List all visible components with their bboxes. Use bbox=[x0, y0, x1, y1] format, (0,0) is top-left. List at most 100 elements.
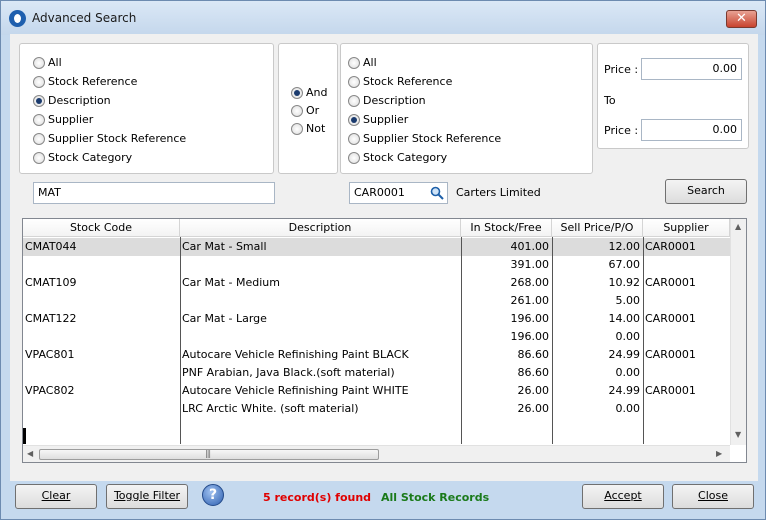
radio-label: Description bbox=[48, 94, 111, 107]
radio-label: Stock Category bbox=[363, 151, 448, 164]
radio-circle-icon[interactable] bbox=[33, 152, 45, 164]
accept-button[interactable]: Accept bbox=[582, 484, 664, 509]
window-title: Advanced Search bbox=[32, 11, 137, 25]
cell-price: 10.92 bbox=[608, 276, 641, 289]
advanced-search-window: Advanced Search ✕ All Stock Reference Desc… bbox=[0, 0, 766, 520]
cell-stock: 391.00 bbox=[510, 258, 550, 271]
column-header-stock-code[interactable]: Stock Code bbox=[23, 219, 180, 237]
clear-button[interactable]: Clear bbox=[15, 484, 97, 509]
column-header-supplier[interactable]: Supplier bbox=[643, 219, 730, 237]
table-row[interactable]: 261.00 5.00 bbox=[23, 292, 730, 310]
price-to-label: To bbox=[604, 94, 616, 107]
table-row[interactable]: CMAT122 Car Mat - Large 196.00 14.00 CAR0001 bbox=[23, 310, 730, 328]
scroll-up-arrow-icon[interactable]: ▲ bbox=[735, 222, 741, 231]
radio-circle-icon[interactable] bbox=[291, 87, 303, 99]
price-from-input[interactable]: 0.00 bbox=[641, 58, 742, 80]
close-button[interactable]: Close bbox=[672, 484, 754, 509]
cell-stock: 26.00 bbox=[517, 384, 550, 397]
cell-supplier: CAR0001 bbox=[645, 348, 696, 361]
search-button[interactable]: Search bbox=[665, 179, 747, 204]
radio-circle-icon[interactable] bbox=[291, 123, 303, 135]
left-criteria-panel: All Stock Reference Description Supplier Sup… bbox=[19, 43, 274, 174]
table-row[interactable]: VPAC801 Autocare Vehicle Refinishing Pain… bbox=[23, 346, 730, 364]
radio-circle-icon[interactable] bbox=[348, 57, 360, 69]
cell-price: 0.00 bbox=[615, 330, 641, 343]
column-header-in-stock-free[interactable]: In Stock/Free bbox=[461, 219, 552, 237]
cell-code: CMAT109 bbox=[25, 276, 77, 289]
vertical-scrollbar[interactable]: ▲ ▼ bbox=[730, 219, 746, 445]
cell-supplier bbox=[645, 292, 730, 310]
table-row[interactable]: CMAT044 Car Mat - Small 401.00 12.00 CAR0001 bbox=[23, 238, 730, 256]
table-row[interactable]: CMAT109 Car Mat - Medium 268.00 10.92 CAR000… bbox=[23, 274, 730, 292]
cell-code: VPAC802 bbox=[25, 384, 75, 397]
cell-stock: 26.00 bbox=[517, 402, 550, 415]
table-row[interactable]: LRC Arctic White. (soft material) 26.00 0.… bbox=[23, 400, 730, 418]
scroll-down-arrow-icon[interactable]: ▼ bbox=[735, 430, 741, 439]
clear-button-label: Clear bbox=[41, 489, 71, 502]
radio-circle-icon[interactable] bbox=[348, 114, 360, 126]
radio-circle-icon[interactable] bbox=[33, 133, 45, 145]
window-close-button[interactable]: ✕ bbox=[726, 10, 757, 28]
cell-supplier: CAR0001 bbox=[645, 276, 696, 289]
column-divider bbox=[552, 237, 553, 444]
supplier-code-value: CAR0001 bbox=[354, 186, 405, 199]
radio-label: Stock Reference bbox=[48, 75, 138, 88]
radio-circle-icon[interactable] bbox=[348, 95, 360, 107]
price-to-input[interactable]: 0.00 bbox=[641, 119, 742, 141]
radio-label: Description bbox=[363, 94, 426, 107]
title-bar: Advanced Search ✕ bbox=[1, 1, 765, 35]
help-icon[interactable]: ? bbox=[202, 484, 224, 506]
cell-stock: 196.00 bbox=[510, 312, 550, 325]
cell-supplier bbox=[645, 328, 730, 346]
radio-circle-icon[interactable] bbox=[33, 76, 45, 88]
radio-label: All bbox=[363, 56, 377, 69]
app-logo-icon bbox=[9, 10, 26, 27]
column-header-description[interactable]: Description bbox=[180, 219, 461, 237]
cell-desc: PNF Arabian, Java Black.(soft material) bbox=[182, 366, 395, 379]
cell-desc: Autocare Vehicle Refinishing Paint WHITE bbox=[182, 384, 409, 397]
radio-label: Supplier bbox=[363, 113, 409, 126]
cell-code bbox=[25, 328, 180, 346]
cell-price: 0.00 bbox=[615, 402, 641, 415]
cell-desc: Car Mat - Small bbox=[182, 240, 267, 253]
cell-desc bbox=[182, 292, 461, 310]
radio-circle-icon[interactable] bbox=[33, 95, 45, 107]
scroll-right-arrow-icon[interactable]: ▶ bbox=[716, 449, 722, 458]
scroll-left-arrow-icon[interactable]: ◀ bbox=[27, 449, 33, 458]
grip-icon: ||| bbox=[205, 449, 211, 458]
cell-stock: 86.60 bbox=[517, 366, 550, 379]
cell-price: 14.00 bbox=[608, 312, 641, 325]
radio-circle-icon[interactable] bbox=[348, 76, 360, 88]
cell-stock: 261.00 bbox=[510, 294, 550, 307]
cell-desc: LRC Arctic White. (soft material) bbox=[182, 402, 359, 415]
radio-circle-icon[interactable] bbox=[33, 114, 45, 126]
cell-desc bbox=[182, 256, 461, 274]
cell-price: 24.99 bbox=[608, 384, 641, 397]
left-search-input[interactable]: MAT bbox=[33, 182, 275, 204]
results-grid[interactable]: Stock Code Description In Stock/Free Sell P… bbox=[22, 218, 747, 463]
horizontal-scroll-thumb[interactable]: ||| bbox=[39, 449, 379, 460]
cell-code bbox=[25, 292, 180, 310]
radio-circle-icon[interactable] bbox=[348, 152, 360, 164]
table-row[interactable]: PNF Arabian, Java Black.(soft material) 8… bbox=[23, 364, 730, 382]
column-divider bbox=[180, 237, 181, 444]
table-row[interactable]: 196.00 0.00 bbox=[23, 328, 730, 346]
magnifier-icon[interactable] bbox=[430, 186, 444, 200]
toggle-filter-button[interactable]: Toggle Filter bbox=[106, 484, 188, 509]
radio-circle-icon[interactable] bbox=[33, 57, 45, 69]
radio-label: Not bbox=[306, 122, 326, 135]
cell-code: CMAT122 bbox=[25, 312, 77, 325]
table-row[interactable]: VPAC802 Autocare Vehicle Refinishing Pain… bbox=[23, 382, 730, 400]
cell-desc bbox=[182, 328, 461, 346]
radio-circle-icon[interactable] bbox=[291, 105, 303, 117]
horizontal-scrollbar[interactable]: ◀ ||| ▶ bbox=[23, 445, 730, 462]
close-button-label: Close bbox=[698, 489, 728, 502]
cell-price: 0.00 bbox=[615, 366, 641, 379]
radio-circle-icon[interactable] bbox=[348, 133, 360, 145]
table-row[interactable]: 391.00 67.00 bbox=[23, 256, 730, 274]
supplier-code-input[interactable]: CAR0001 bbox=[349, 182, 448, 204]
records-found-status: 5 record(s) found bbox=[263, 491, 372, 504]
cell-desc: Autocare Vehicle Refinishing Paint BLACK bbox=[182, 348, 409, 361]
search-button-label: Search bbox=[687, 184, 725, 197]
column-header-sell-price-p-o[interactable]: Sell Price/P/O bbox=[552, 219, 643, 237]
